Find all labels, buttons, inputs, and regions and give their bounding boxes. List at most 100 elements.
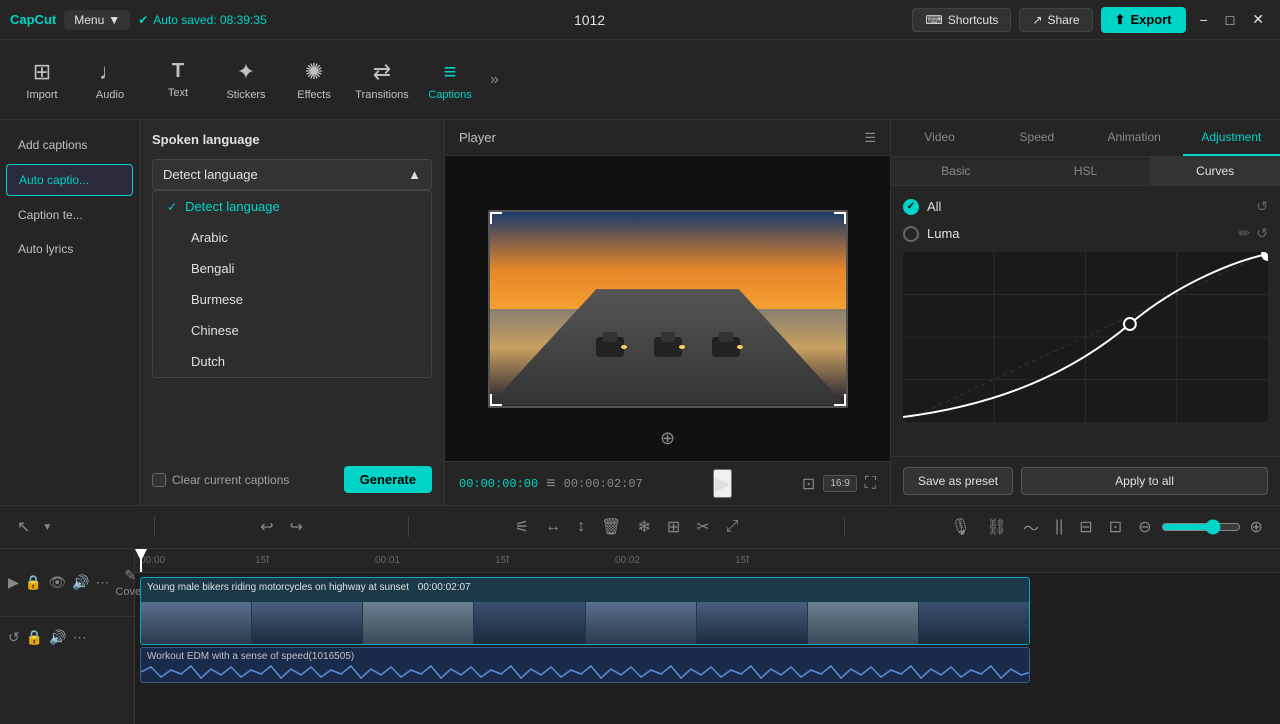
bottom-toolbar: ↖ ▼ ↩ ↪ ⚟ ↔ ↕ 🗑 ❄ ⊞ ✂ ⤢ 🎙 ⛓ 〜 || ⊟ ⊡ ⊖ ⊕ — [0, 505, 1280, 549]
tab-animation[interactable]: Animation — [1086, 120, 1183, 156]
audio-icon: ♩ — [99, 59, 121, 85]
left-panel: Add captions Auto captio... Caption te..… — [0, 120, 140, 505]
flip-h-button[interactable]: ↔ — [538, 513, 568, 541]
link-audio-button[interactable]: ⛓ — [980, 512, 1014, 542]
lang-option-detect[interactable]: ✓ Detect language — [153, 191, 431, 222]
left-panel-auto-lyrics[interactable]: Auto lyrics — [6, 234, 133, 264]
flip-v-button[interactable]: ↕ — [570, 513, 592, 541]
zoom-slider[interactable] — [1161, 519, 1241, 535]
tab-video[interactable]: Video — [891, 120, 988, 156]
generate-button[interactable]: Generate — [344, 466, 432, 493]
reset-curve-luma-icon[interactable]: ↺ — [1256, 225, 1268, 242]
left-panel-auto-caption[interactable]: Auto captio... — [6, 164, 133, 196]
video-track[interactable]: Young male bikers riding motorcycles on … — [140, 577, 1030, 645]
lang-option-dutch[interactable]: Dutch — [153, 346, 431, 377]
split-track-button[interactable]: || — [1048, 513, 1070, 541]
redo-button[interactable]: ↪ — [283, 512, 310, 542]
reset-curve-all-icon[interactable]: ↺ — [1256, 198, 1268, 215]
lang-option-burmese[interactable]: Burmese — [153, 284, 431, 315]
audio-volume-icon[interactable]: 🔊 — [49, 629, 66, 646]
undo-button[interactable]: ↩ — [253, 512, 280, 542]
subtab-basic[interactable]: Basic — [891, 157, 1021, 185]
more-icon[interactable]: ⋯ — [95, 574, 109, 591]
audio-lock-icon[interactable]: 🔒 — [26, 629, 43, 646]
marker-0: 00:00 — [140, 555, 165, 566]
toolbar-effects[interactable]: ✺ Effects — [282, 48, 346, 112]
pencil-icon[interactable]: ✏ — [1239, 225, 1251, 242]
split-button[interactable]: ⚟ — [508, 512, 536, 542]
menu-dropdown-icon: ▼ — [108, 13, 120, 27]
minimize-button[interactable]: − — [1194, 9, 1214, 30]
curve-radio-all[interactable]: ✓ — [903, 199, 919, 215]
select-tool-button[interactable]: ↖ — [10, 512, 37, 542]
maximize-button[interactable]: □ — [1220, 9, 1240, 30]
delete-button[interactable]: 🗑 — [594, 512, 628, 542]
window-controls: − □ ✕ — [1194, 9, 1270, 30]
lang-option-arabic[interactable]: Arabic — [153, 222, 431, 253]
toolbar-stickers[interactable]: ✦ Stickers — [214, 48, 278, 112]
bike-light-1 — [621, 345, 627, 349]
media-tools-group: 🎙 ⛓ 〜 || ⊟ ⊡ ⊖ ⊕ — [943, 510, 1270, 544]
playhead[interactable] — [140, 549, 142, 572]
crop-button[interactable]: ⊞ — [660, 512, 687, 542]
check-icon: ✓ — [167, 200, 177, 214]
left-panel-caption-te[interactable]: Caption te... — [6, 200, 133, 230]
menu-button[interactable]: Menu ▼ — [64, 10, 130, 30]
player-menu-icon[interactable]: ☰ — [864, 130, 876, 146]
toolbar-transitions[interactable]: ⇄ Transitions — [350, 48, 414, 112]
clear-captions-checkbox[interactable] — [152, 473, 166, 487]
timecode-icon[interactable]: ≡ — [546, 475, 555, 493]
lock-icon[interactable]: 🔒 — [25, 574, 42, 591]
language-select-button[interactable]: Detect language ▲ — [152, 159, 432, 190]
mic-button[interactable]: 🎙 — [943, 512, 977, 542]
close-button[interactable]: ✕ — [1246, 9, 1270, 30]
curve-all-actions: ↺ — [1256, 198, 1268, 215]
thumb-6 — [697, 602, 807, 644]
clear-captions-toggle[interactable]: Clear current captions — [152, 473, 289, 487]
player-header: Player ☰ — [445, 120, 890, 156]
toolbar-import[interactable]: ⊞ Import — [10, 48, 74, 112]
tab-speed[interactable]: Speed — [988, 120, 1085, 156]
select-tool-dropdown[interactable]: ▼ — [39, 517, 55, 538]
curve-canvas[interactable] — [903, 252, 1268, 422]
bike-light-2 — [679, 345, 685, 349]
main-area: Add captions Auto captio... Caption te..… — [0, 120, 1280, 505]
eye-icon[interactable]: 👁 — [48, 574, 66, 591]
trim-button[interactable]: ✂ — [689, 512, 716, 542]
freeze-button[interactable]: ❄ — [630, 512, 657, 542]
recenter-button[interactable]: ⊕ — [660, 428, 675, 449]
caption-auto-button[interactable]: ⊡ — [1102, 512, 1129, 542]
save-preset-button[interactable]: Save as preset — [903, 467, 1013, 495]
audio-more-icon[interactable]: ⋯ — [73, 629, 87, 646]
wave-button[interactable]: 〜 — [1016, 510, 1046, 544]
zoom-in-button[interactable]: ⊕ — [1243, 512, 1270, 542]
curve-label-all: All — [927, 199, 1248, 214]
audio-track[interactable]: Workout EDM with a sense of speed(101650… — [140, 647, 1030, 683]
toolbar-text[interactable]: T Text — [146, 48, 210, 112]
fullscreen-icon[interactable]: ⛶ — [865, 475, 876, 493]
play-button[interactable]: ▶ — [713, 469, 732, 498]
toolbar-captions[interactable]: ≡ Captions — [418, 48, 482, 112]
volume-icon[interactable]: 🔊 — [72, 574, 89, 591]
zoom-out-button[interactable]: ⊖ — [1131, 512, 1158, 542]
share-button[interactable]: ↗ Share — [1019, 8, 1092, 32]
tl-tracks-container: Young male bikers riding motorcycles on … — [135, 577, 1280, 683]
shortcuts-button[interactable]: ⌨ Shortcuts — [912, 8, 1011, 32]
shortcuts-icon: ⌨ — [925, 13, 942, 27]
subtab-hsl[interactable]: HSL — [1021, 157, 1151, 185]
lang-option-chinese[interactable]: Chinese — [153, 315, 431, 346]
toolbar-audio[interactable]: ♩ Audio — [78, 48, 142, 112]
curve-radio-luma[interactable] — [903, 226, 919, 242]
toolbar-expand-button[interactable]: » — [486, 67, 503, 93]
video-corner-tr — [834, 212, 846, 224]
export-button[interactable]: ⬆ Export — [1101, 7, 1186, 33]
fit-screen-icon[interactable]: ⊡ — [802, 474, 815, 494]
thumb-7 — [808, 602, 918, 644]
left-panel-add-captions[interactable]: Add captions — [6, 130, 133, 160]
tab-adjustment[interactable]: Adjustment — [1183, 120, 1280, 156]
merge-button[interactable]: ⊟ — [1072, 512, 1099, 542]
lang-option-bengali[interactable]: Bengali — [153, 253, 431, 284]
expand-button[interactable]: ⤢ — [719, 513, 746, 541]
subtab-curves[interactable]: Curves — [1150, 157, 1280, 185]
apply-all-button[interactable]: Apply to all — [1021, 467, 1268, 495]
